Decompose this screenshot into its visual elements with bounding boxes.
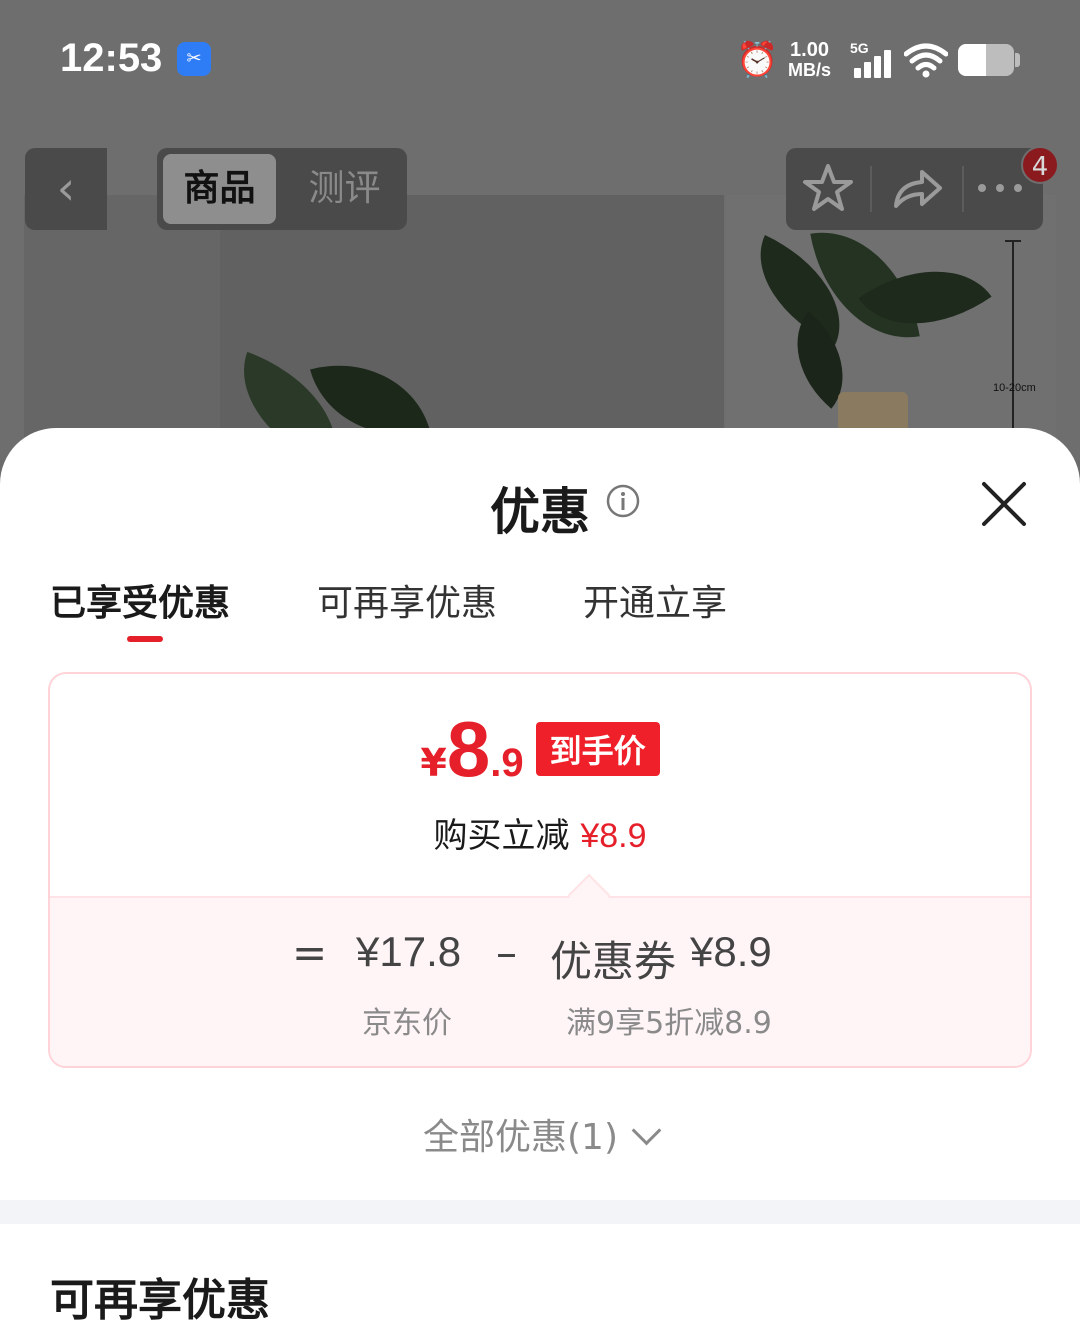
tab-more-offers[interactable]: 可再享优惠 bbox=[317, 574, 497, 626]
price-breakdown-card: ¥8.9 到手价 购买立减 ¥8.9 = ¥17.8 – 优惠券 ¥8.9 京东价… bbox=[48, 672, 1032, 1068]
sheet-header: 优惠 bbox=[0, 472, 1080, 544]
battery-icon bbox=[958, 44, 1014, 76]
instant-reduce-row: 购买立减 ¥8.9 bbox=[50, 808, 1030, 857]
notification-badge: 4 bbox=[1021, 146, 1059, 184]
final-price-dec: .9 bbox=[490, 741, 524, 785]
tab-product[interactable]: 商品 bbox=[163, 154, 276, 224]
minus-sign: – bbox=[496, 928, 517, 977]
more-offers-section-title: 可再享优惠 bbox=[50, 1275, 270, 1326]
close-icon[interactable] bbox=[976, 476, 1032, 532]
final-price-row: ¥8.9 到手价 bbox=[50, 704, 1030, 795]
screenshot-app-icon: ✂ bbox=[177, 42, 211, 76]
cell-signal-icon: 5G bbox=[850, 40, 898, 80]
net-speed: 1.00 MB/s bbox=[788, 40, 831, 80]
net-speed-value: 1.00 bbox=[790, 39, 829, 61]
final-price-tag: 到手价 bbox=[535, 722, 660, 776]
equals-sign: = bbox=[292, 928, 328, 977]
coupon-label: 优惠券 bbox=[550, 937, 677, 986]
size-measure-line bbox=[1012, 240, 1014, 430]
sheet-title: 优惠 bbox=[490, 483, 590, 541]
status-time: 12:53 bbox=[60, 36, 163, 80]
chevron-down-icon bbox=[631, 1115, 662, 1146]
tab-activate-offers[interactable]: 开通立享 bbox=[583, 574, 727, 626]
price-calc-area bbox=[50, 896, 1030, 1066]
plant-pot bbox=[838, 392, 908, 432]
coupon-amount: ¥8.9 bbox=[690, 928, 772, 975]
final-price-int: 8 bbox=[446, 705, 491, 793]
favorite-star-icon[interactable] bbox=[798, 158, 858, 218]
product-image-left bbox=[24, 195, 220, 455]
offer-tabs: 已享受优惠 可再享优惠 开通立享 bbox=[0, 574, 1080, 646]
status-bar: 12:53 ✂ ⏰ 1.00 MB/s 5G bbox=[0, 0, 1080, 120]
action-bar bbox=[786, 148, 1043, 230]
reduce-amount: ¥8.9 bbox=[580, 817, 647, 855]
size-measure-label: 10-20cm bbox=[993, 382, 1036, 394]
battery-tip bbox=[1015, 53, 1020, 67]
base-price-label: 京东价 bbox=[362, 1006, 452, 1041]
battery-fill bbox=[958, 44, 986, 76]
back-button[interactable]: ‹ bbox=[25, 148, 107, 230]
net-speed-unit: MB/s bbox=[788, 60, 832, 80]
share-icon[interactable] bbox=[886, 158, 946, 218]
all-offers-label: 全部优惠(1) bbox=[423, 1117, 618, 1158]
tab-review[interactable]: 测评 bbox=[287, 154, 402, 224]
offers-sheet: 优惠 已享受优惠 可再享优惠 开通立享 ¥8.9 到手价 购买立减 ¥8.9 = … bbox=[0, 428, 1080, 1336]
section-divider bbox=[0, 1200, 1080, 1224]
segment-control: 商品 测评 bbox=[157, 148, 407, 230]
tab-enjoyed-offers[interactable]: 已享受优惠 bbox=[50, 574, 230, 626]
all-offers-toggle[interactable]: 全部优惠(1) bbox=[0, 1108, 1080, 1160]
info-icon[interactable] bbox=[606, 484, 640, 518]
active-tab-indicator bbox=[127, 636, 163, 642]
wifi-icon bbox=[904, 43, 948, 78]
reduce-label: 购买立减 bbox=[433, 816, 570, 856]
coupon-desc: 满9享5折减8.9 bbox=[566, 1006, 772, 1041]
base-price: ¥17.8 bbox=[356, 928, 462, 975]
alarm-icon: ⏰ bbox=[736, 40, 779, 80]
size-measure-cap bbox=[1005, 240, 1021, 242]
network-type: 5G bbox=[850, 40, 869, 56]
final-price-currency: ¥ bbox=[420, 741, 447, 785]
